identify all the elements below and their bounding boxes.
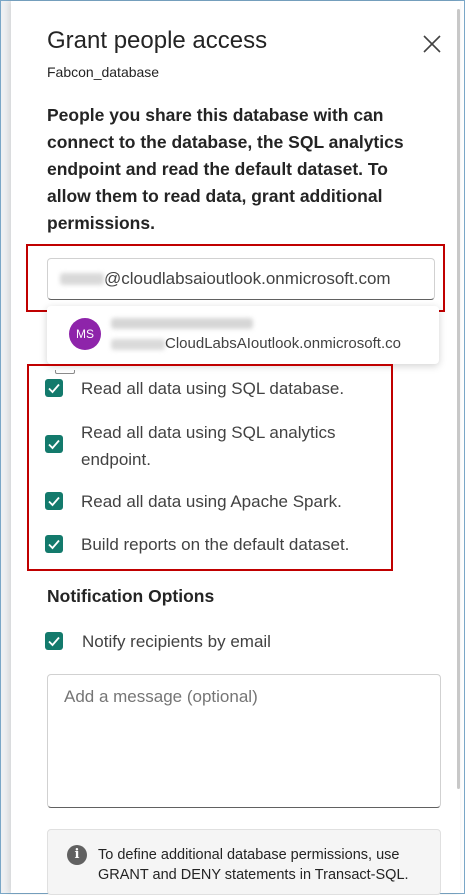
close-icon xyxy=(423,35,441,53)
checkmark-icon xyxy=(48,439,60,450)
permission-label-build-reports: Build reports on the default dataset. xyxy=(81,535,350,554)
permission-checkbox-spark[interactable] xyxy=(45,492,63,510)
redacted-display-name xyxy=(111,318,253,329)
people-suggestion-item[interactable]: MS CloudLabsAIoutlook.onmicrosoft.co xyxy=(47,306,439,364)
info-icon: i xyxy=(67,845,87,865)
checkmark-icon xyxy=(48,636,60,647)
permission-label-sql-database: Read all data using SQL database. xyxy=(81,379,345,398)
permission-label-spark: Read all data using Apache Spark. xyxy=(81,492,342,511)
info-message-bar: i To define additional database permissi… xyxy=(47,829,441,895)
message-textarea[interactable] xyxy=(47,674,441,808)
scrollbar[interactable] xyxy=(456,1,460,893)
dialog-description: People you share this database with can … xyxy=(47,105,404,233)
avatar: MS xyxy=(69,318,101,350)
notification-options-heading: Notification Options xyxy=(47,586,215,606)
redacted-email-prefix xyxy=(111,339,165,350)
notify-email-label: Notify recipients by email xyxy=(82,632,271,651)
dialog-title: Grant people access xyxy=(47,27,268,54)
checkmark-icon xyxy=(48,539,60,550)
background-page xyxy=(1,1,11,893)
info-text: To define additional database permission… xyxy=(98,847,409,883)
scrollbar-thumb[interactable] xyxy=(457,9,460,789)
permission-checkbox-sql-database[interactable] xyxy=(45,379,63,397)
checkmark-icon xyxy=(48,383,60,394)
permission-checkbox-sql-endpoint[interactable] xyxy=(45,435,63,453)
permission-checkbox-build-reports[interactable] xyxy=(45,535,63,553)
notify-email-checkbox[interactable] xyxy=(45,632,63,650)
dialog-subtitle: Fabcon_database xyxy=(47,64,160,80)
grant-access-panel: Grant people access Fabcon_database Peop… xyxy=(11,1,460,895)
checkmark-icon xyxy=(48,496,60,507)
email-highlight-box xyxy=(26,244,445,312)
permission-label-sql-endpoint: Read all data using SQL analytics endpoi… xyxy=(81,423,336,469)
close-button[interactable] xyxy=(419,31,445,57)
suggestion-email: CloudLabsAIoutlook.onmicrosoft.co xyxy=(165,335,401,352)
